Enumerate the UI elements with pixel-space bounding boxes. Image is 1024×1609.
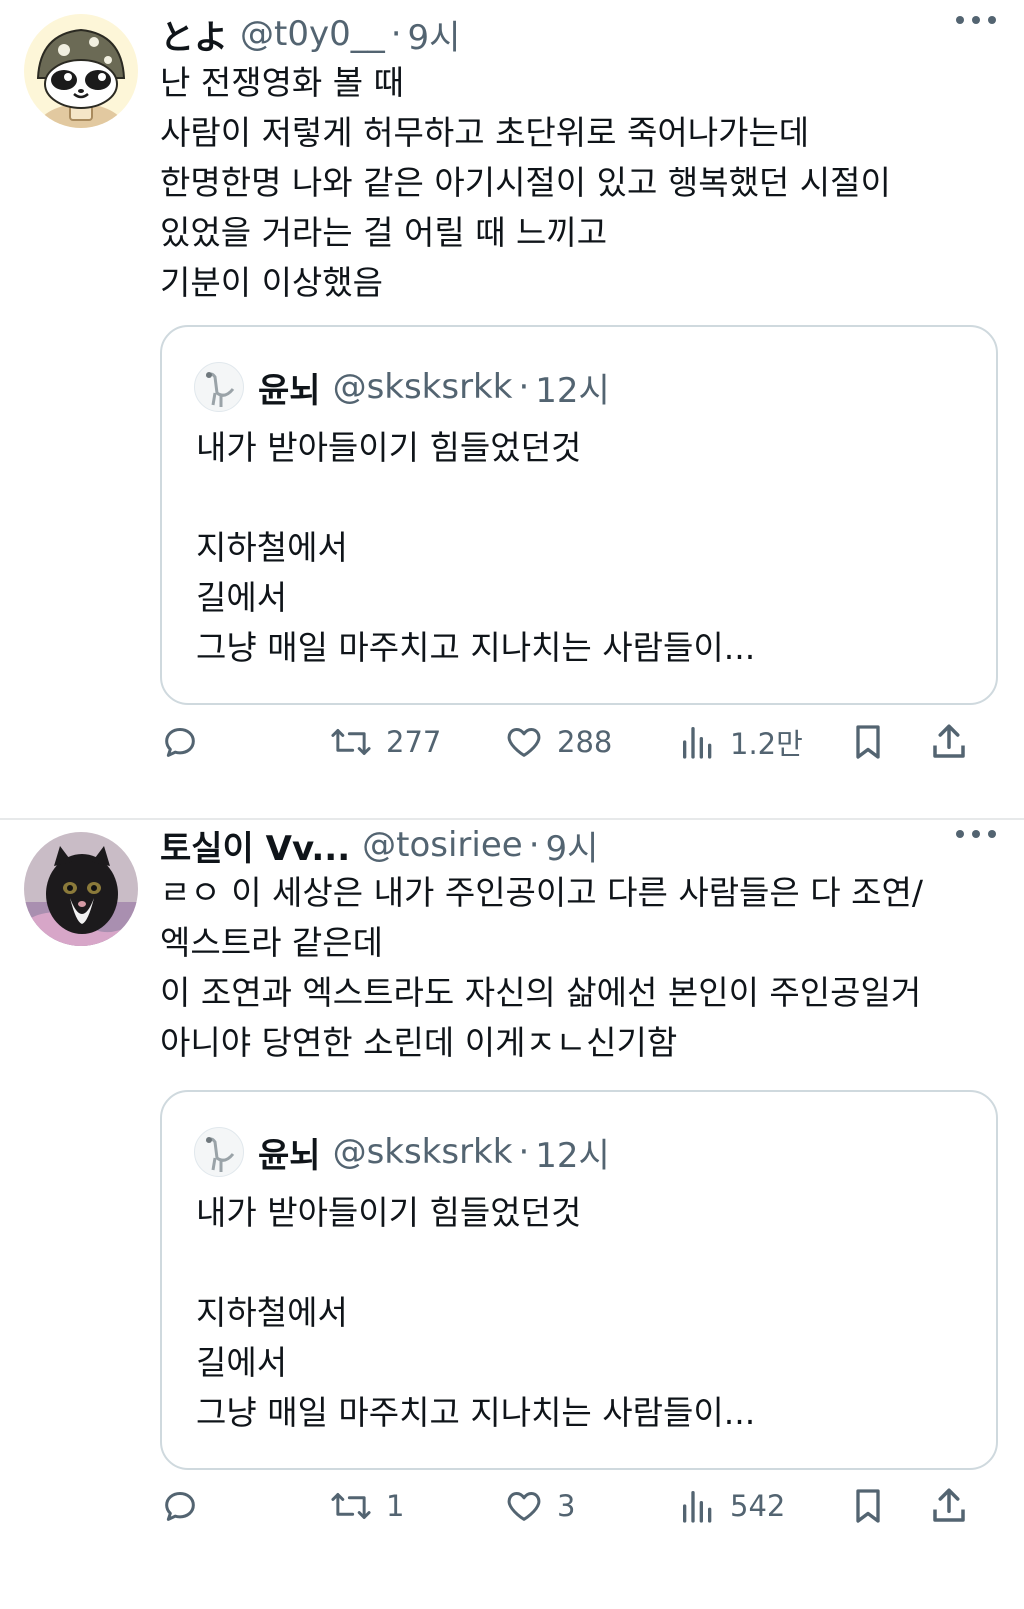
bookmark-button[interactable] — [848, 712, 888, 772]
views-button[interactable]: 1.2만 — [678, 712, 803, 772]
retweet-button[interactable]: 1 — [328, 1476, 404, 1536]
reply-button[interactable] — [160, 712, 212, 772]
quoted-avatar — [194, 362, 244, 412]
tweet-actions: 1 3 542 — [160, 1476, 1005, 1536]
tweet-header: とよ @t0y0__ · 9시 — [160, 10, 994, 59]
quoted-timestamp: 12시 — [535, 370, 610, 411]
reply-bubble-icon — [165, 1492, 195, 1521]
tweet[interactable]: 토실이 Vv... @tosiriee · 9시 ㄹㅇ 이 세상은 내가 주인공… — [0, 820, 1024, 1609]
tweet-text: 난 전쟁영화 볼 때 사람이 저렇게 허무하고 초단위로 죽어나가는데 한명한명… — [160, 63, 891, 302]
user-handle[interactable]: @t0y0__ — [240, 14, 385, 54]
bookmark-icon — [856, 725, 880, 759]
avatar[interactable] — [24, 14, 138, 128]
quoted-avatar-image — [205, 1137, 235, 1172]
retweet-arrows-icon — [331, 1493, 371, 1519]
quoted-tweet[interactable]: 윤뇌 @sksksrkk · 12시 내가 받아들이기 힘들었던것 지하철에서 … — [160, 1090, 998, 1470]
like-count: 288 — [557, 725, 613, 759]
share-upload-icon — [933, 724, 965, 758]
separator-dot: · — [528, 825, 540, 865]
quoted-tweet-text: 내가 받아들이기 힘들었던것 지하철에서 길에서 그냥 매일 마주치고 지나치는… — [196, 1193, 756, 1432]
bookmark-button[interactable] — [848, 1476, 888, 1536]
like-count: 3 — [557, 1489, 576, 1523]
quoted-display-name: 윤뇌 — [258, 1135, 321, 1176]
heart-icon — [507, 728, 541, 757]
more-dots-icon[interactable] — [954, 826, 998, 842]
display-name[interactable]: 토실이 Vv... — [160, 821, 350, 870]
like-button[interactable]: 288 — [503, 712, 612, 772]
quoted-tweet[interactable]: 윤뇌 @sksksrkk · 12시 내가 받아들이기 힘들었던것 지하철에서 … — [160, 325, 998, 705]
retweet-count: 277 — [386, 725, 442, 759]
timestamp[interactable]: 9시 — [546, 821, 599, 870]
reply-bubble-icon — [165, 728, 195, 757]
separator-dot: · — [390, 14, 402, 54]
tweet-actions: 277 288 1.2만 — [160, 712, 1005, 772]
retweet-arrows-icon — [331, 729, 371, 755]
quoted-user-handle: @sksksrkk — [332, 367, 513, 407]
like-button[interactable]: 3 — [503, 1476, 575, 1536]
share-button[interactable] — [928, 712, 970, 772]
avatar[interactable] — [24, 832, 138, 946]
views-count: 542 — [730, 1489, 786, 1523]
tweet[interactable]: とよ @t0y0__ · 9시 난 전쟁영화 볼 때 사람이 저렇게 허무하고 … — [0, 0, 1024, 818]
quoted-avatar — [194, 1127, 244, 1177]
views-count: 1.2만 — [730, 727, 803, 761]
quoted-tweet-text: 내가 받아들이기 힘들었던것 지하철에서 길에서 그냥 매일 마주치고 지나치는… — [196, 428, 756, 667]
retweet-button[interactable]: 277 — [328, 712, 441, 772]
quoted-separator-dot: · — [518, 367, 530, 407]
avatar-image — [24, 832, 138, 946]
tweet-header: 토실이 Vv... @tosiriee · 9시 — [160, 821, 994, 870]
heart-icon — [507, 1492, 541, 1521]
display-name[interactable]: とよ — [160, 10, 228, 59]
tweet-text: ㄹㅇ 이 세상은 내가 주인공이고 다른 사람들은 다 조연/ 엑스트라 같은데… — [160, 873, 923, 1062]
quoted-user-handle: @sksksrkk — [332, 1132, 513, 1172]
avatar-image — [24, 14, 138, 128]
bar-chart-icon — [683, 727, 712, 759]
reply-button[interactable] — [160, 1476, 212, 1536]
quoted-tweet-header: 윤뇌 @sksksrkk · 12시 — [194, 359, 610, 415]
quoted-avatar-image — [205, 372, 235, 407]
quoted-display-name: 윤뇌 — [258, 370, 321, 411]
more-dots-icon[interactable] — [954, 12, 998, 28]
quoted-separator-dot: · — [518, 1132, 530, 1172]
quoted-tweet-header: 윤뇌 @sksksrkk · 12시 — [194, 1124, 610, 1180]
quoted-timestamp: 12시 — [535, 1135, 610, 1176]
share-upload-icon — [933, 1488, 965, 1522]
views-button[interactable]: 542 — [678, 1476, 785, 1536]
bookmark-icon — [856, 1489, 880, 1523]
user-handle[interactable]: @tosiriee — [362, 825, 523, 865]
timestamp[interactable]: 9시 — [408, 10, 461, 59]
bar-chart-icon — [683, 1491, 712, 1523]
share-button[interactable] — [928, 1476, 970, 1536]
retweet-count: 1 — [386, 1489, 405, 1523]
